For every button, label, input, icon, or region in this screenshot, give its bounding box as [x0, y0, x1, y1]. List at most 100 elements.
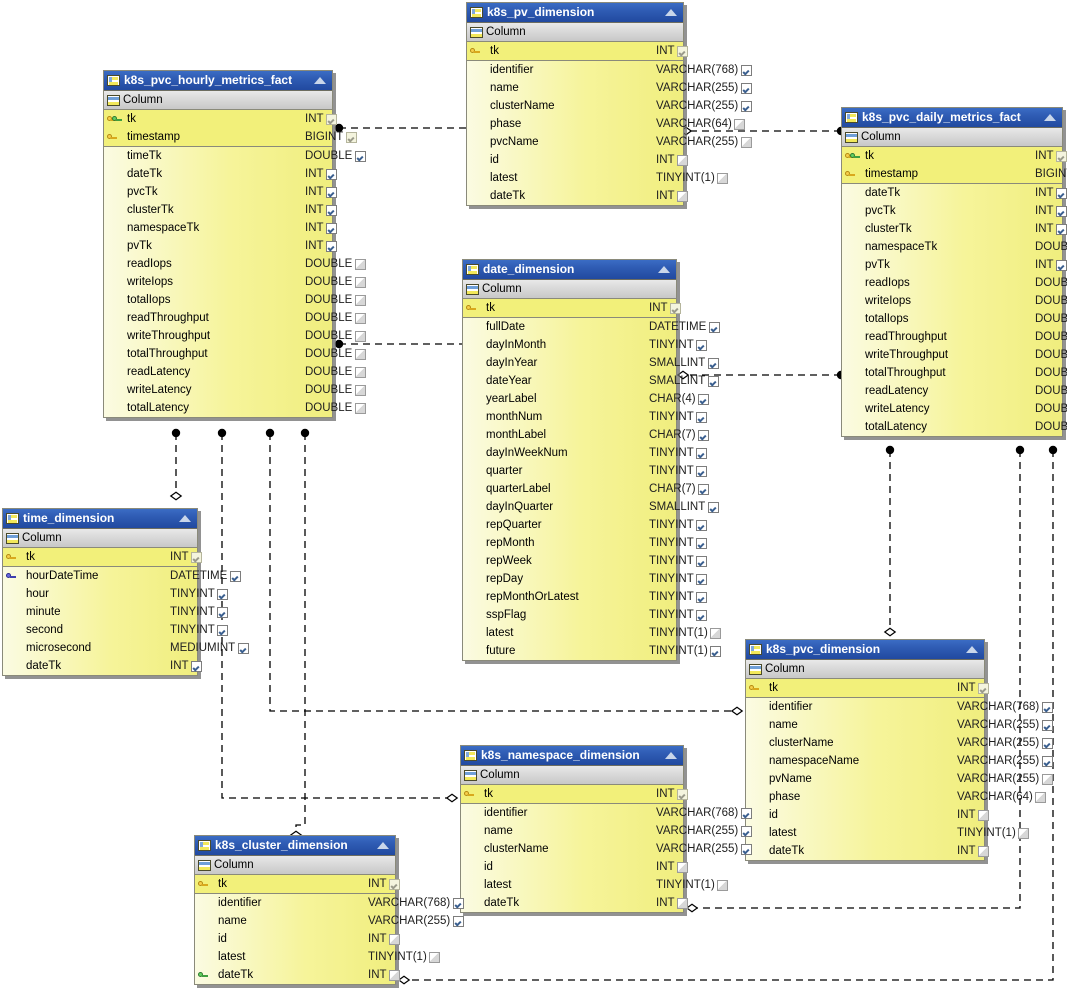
table-row[interactable]: repMonthOrLatest TINYINT [463, 588, 708, 606]
table-title-bar[interactable]: time_dimension [3, 509, 197, 529]
table-row[interactable]: readThroughput DOUBLE [842, 328, 1067, 346]
table-row[interactable]: identifier VARCHAR(768) [467, 61, 752, 79]
column-checkbox[interactable] [705, 357, 721, 369]
table-row[interactable]: dayInWeekNum TINYINT [463, 444, 708, 462]
table-row[interactable]: readIops DOUBLE [104, 255, 366, 273]
table-row[interactable]: tk INT [3, 548, 203, 566]
column-checkbox[interactable] [738, 82, 754, 94]
table-row[interactable]: totalLatency DOUBLE [104, 399, 366, 417]
table-row[interactable]: clusterTk INT [842, 220, 1067, 238]
table-title-bar[interactable]: k8s_cluster_dimension [195, 836, 395, 856]
column-checkbox[interactable] [694, 339, 710, 351]
column-group-header[interactable]: Column [195, 856, 395, 875]
column-checkbox[interactable] [708, 627, 724, 639]
column-checkbox[interactable] [1039, 773, 1055, 785]
column-group-header[interactable]: Column [842, 128, 1062, 147]
table-row[interactable]: id INT [195, 930, 401, 948]
column-checkbox[interactable] [387, 878, 403, 890]
table-row[interactable]: name VARCHAR(255) [467, 79, 752, 97]
table-row[interactable]: totalThroughput DOUBLE [104, 345, 366, 363]
table-row[interactable]: id INT [461, 858, 689, 876]
column-checkbox[interactable] [215, 606, 231, 618]
column-checkbox[interactable] [694, 465, 710, 477]
table-row[interactable]: tk INT [461, 785, 689, 803]
column-checkbox[interactable] [675, 788, 691, 800]
table-row[interactable]: latest TINYINT(1) [461, 876, 729, 894]
table-row[interactable]: microsecond MEDIUMINT [3, 639, 249, 657]
table-row[interactable]: dateTk INT [461, 894, 689, 912]
collapse-triangle-icon[interactable] [664, 751, 678, 760]
table-title-bar[interactable]: k8s_pv_dimension [467, 3, 683, 23]
table-row[interactable]: tk INT [842, 147, 1067, 165]
column-checkbox[interactable] [324, 204, 340, 216]
table-row[interactable]: writeThroughput DOUBLE [104, 327, 366, 345]
table-row[interactable]: name VARCHAR(255) [461, 822, 752, 840]
column-checkbox[interactable] [324, 222, 340, 234]
column-checkbox[interactable] [675, 45, 691, 57]
column-checkbox[interactable] [708, 645, 724, 657]
table-row[interactable]: id INT [467, 151, 689, 169]
table-row[interactable]: dateTk INT [104, 165, 338, 183]
table-row[interactable]: name VARCHAR(255) [195, 912, 464, 930]
table-row[interactable]: fullDate DATETIME [463, 318, 720, 336]
table-row[interactable]: repDay TINYINT [463, 570, 708, 588]
table-row[interactable]: yearLabel CHAR(4) [463, 390, 710, 408]
table-row[interactable]: tk INT [463, 299, 682, 317]
table-row[interactable]: identifier VARCHAR(768) [195, 894, 464, 912]
table-row[interactable]: totalThroughput DOUBLE [842, 364, 1067, 382]
column-checkbox[interactable] [732, 118, 748, 130]
table-row[interactable]: timestamp BIGINT [842, 165, 1067, 183]
column-checkbox[interactable] [675, 154, 691, 166]
table-row[interactable]: repMonth TINYINT [463, 534, 708, 552]
table-row[interactable]: dateTk INT [3, 657, 203, 675]
collapse-triangle-icon[interactable] [664, 8, 678, 17]
table-row[interactable]: writeIops DOUBLE [104, 273, 366, 291]
column-checkbox[interactable] [215, 624, 231, 636]
table-row[interactable]: namespaceTk INT [104, 219, 338, 237]
table-row[interactable]: dateYear SMALLINT [463, 372, 719, 390]
column-checkbox[interactable] [675, 861, 691, 873]
column-checkbox[interactable] [694, 537, 710, 549]
column-checkbox[interactable] [696, 483, 712, 495]
table-row[interactable]: repQuarter TINYINT [463, 516, 708, 534]
table-row[interactable]: namespaceTk DOUBLE [842, 238, 1067, 256]
table-row[interactable]: dayInMonth TINYINT [463, 336, 708, 354]
table-date_dimension[interactable]: date_dimension Column tk INT fullDate DATETIM… [462, 259, 722, 661]
column-checkbox[interactable] [675, 897, 691, 909]
table-title-bar[interactable]: k8s_pvc_daily_metrics_fact [842, 108, 1062, 128]
table-row[interactable]: pvcTk INT [104, 183, 338, 201]
column-checkbox[interactable] [324, 240, 340, 252]
column-checkbox[interactable] [976, 809, 992, 821]
table-row[interactable]: id INT [746, 806, 990, 824]
table-row[interactable]: dateTk INT [467, 187, 689, 205]
table-row[interactable]: minute TINYINT [3, 603, 229, 621]
column-checkbox[interactable] [694, 591, 710, 603]
column-checkbox[interactable] [1054, 205, 1067, 217]
column-checkbox[interactable] [694, 411, 710, 423]
collapse-triangle-icon[interactable] [965, 645, 979, 654]
table-row[interactable]: readIops DOUBLE [842, 274, 1067, 292]
table-row[interactable]: readThroughput DOUBLE [104, 309, 366, 327]
column-checkbox[interactable] [694, 555, 710, 567]
table-row[interactable]: dayInYear SMALLINT [463, 354, 719, 372]
table-k8s_cluster_dimension[interactable]: k8s_cluster_dimension Column tk INT identifi… [194, 835, 464, 985]
column-checkbox[interactable] [696, 429, 712, 441]
column-checkbox[interactable] [352, 348, 368, 360]
table-time_dimension[interactable]: time_dimension Column tk INT hourDateTime DAT… [2, 508, 249, 676]
table-row[interactable]: clusterName VARCHAR(255) [461, 840, 752, 858]
table-row[interactable]: totalIops DOUBLE [104, 291, 366, 309]
collapse-triangle-icon[interactable] [1043, 113, 1057, 122]
table-row[interactable]: hour TINYINT [3, 585, 229, 603]
column-checkbox[interactable] [706, 321, 722, 333]
table-row[interactable]: sspFlag TINYINT [463, 606, 708, 624]
table-row[interactable]: quarter TINYINT [463, 462, 708, 480]
column-checkbox[interactable] [324, 113, 340, 125]
column-checkbox[interactable] [1054, 223, 1067, 235]
column-group-header[interactable]: Column [746, 660, 984, 679]
table-row[interactable]: writeLatency DOUBLE [104, 381, 366, 399]
table-row[interactable]: repWeek TINYINT [463, 552, 708, 570]
table-row[interactable]: pvcName VARCHAR(255) [467, 133, 752, 151]
table-title-bar[interactable]: k8s_pvc_hourly_metrics_fact [104, 71, 332, 91]
table-row[interactable]: timestamp BIGINT [104, 128, 357, 146]
column-checkbox[interactable] [694, 573, 710, 585]
